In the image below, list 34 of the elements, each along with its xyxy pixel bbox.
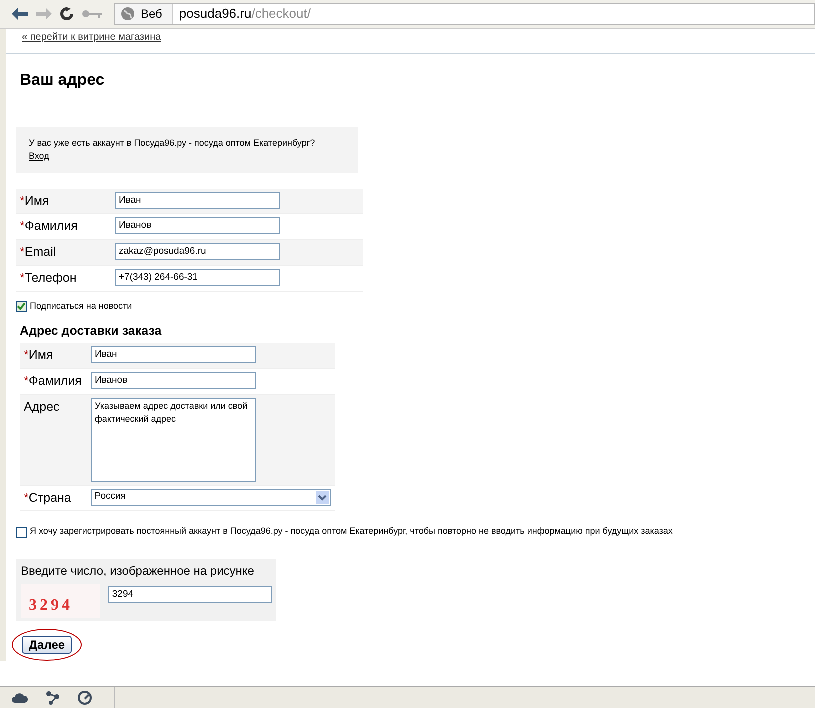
captcha-field[interactable]: 3294	[108, 586, 272, 603]
section-heading: Адрес доставки заказа	[20, 324, 163, 340]
country-dropdown[interactable]: Россия	[90, 488, 331, 506]
checkbox[interactable]	[16, 526, 27, 538]
next-button[interactable]: Далее	[22, 636, 72, 654]
field-label: *Фамилия	[20, 218, 79, 236]
field-label: *Телефон	[20, 270, 78, 287]
text-field[interactable]: zakaz@posuda96.ru	[115, 243, 280, 260]
field-label: *Имя	[20, 192, 50, 210]
field-label: *Фамилия	[24, 372, 83, 390]
speed-dial-icon[interactable]	[78, 690, 92, 704]
captcha-label: Введите число, изображенное на рисунке	[21, 562, 256, 580]
login-link[interactable]: Вход	[29, 150, 50, 161]
field-label: *Имя	[24, 347, 54, 364]
text-field[interactable]: Иванов	[91, 372, 256, 389]
field-label: *Страна	[24, 490, 72, 507]
address-textarea[interactable]: Указываем адрес доставки или свой фактический адрес	[91, 398, 256, 482]
text-field[interactable]: +7(343) 264-66-31	[115, 268, 280, 286]
checkbox-label: Я хочу зарегистрировать постоянный аккаунт в Посуда96.ру - посуда оптом Екатеринбург, чтобы повторно не вводить информацию при будущих заказах	[30, 525, 673, 538]
share-icon[interactable]	[46, 690, 60, 704]
login-prompt: У вас уже есть аккаунт в Посуда96.ру - посуда оптом Екатеринбург?	[29, 136, 316, 150]
back-to-shop-link[interactable]: « перейти к витрине магазина	[22, 32, 162, 44]
field-label: Адрес	[24, 398, 61, 416]
back-arrow-icon[interactable]	[12, 8, 28, 20]
field-label: *Email	[20, 244, 58, 262]
reload-icon[interactable]	[60, 7, 74, 21]
cloud-icon[interactable]	[12, 692, 28, 703]
page-title: Ваш адрес	[20, 70, 106, 90]
text-field[interactable]: Иван	[91, 346, 256, 364]
text-field[interactable]: Иванов	[115, 217, 280, 234]
checkbox-label: Подписаться на новости	[30, 300, 132, 313]
checkbox[interactable]	[16, 300, 27, 312]
captcha-image: 3294	[21, 584, 100, 618]
text-field[interactable]: Иван	[115, 192, 280, 209]
